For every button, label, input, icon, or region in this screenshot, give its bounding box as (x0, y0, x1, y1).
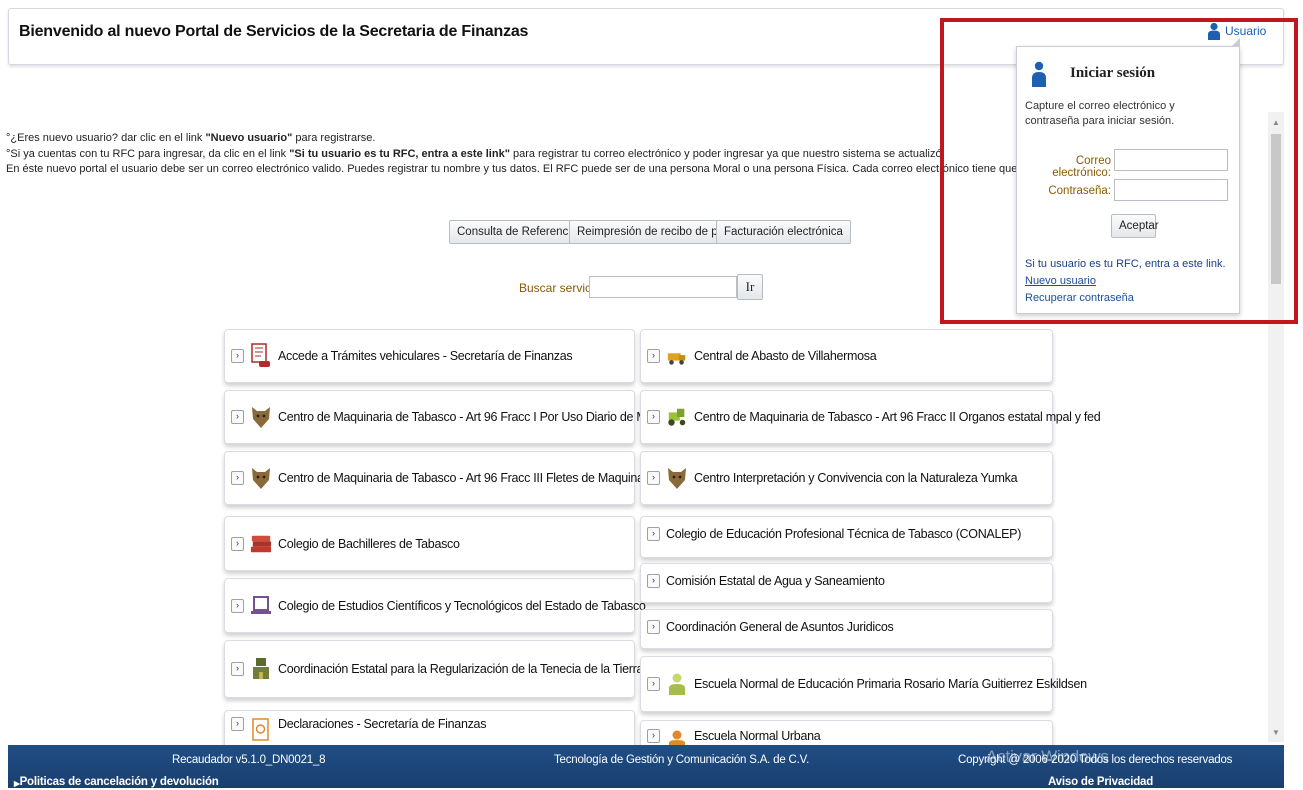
user-icon (1208, 22, 1220, 40)
service-item[interactable]: › Escuela Normal de Educación Primaria R… (640, 656, 1087, 712)
service-label: Escuela Normal de Educación Primaria Ros… (694, 677, 1087, 691)
service-item[interactable]: › Centro de Maquinaria de Tabasco - Art … (640, 390, 1101, 444)
service-label: Colegio de Estudios Científicos y Tecnol… (278, 598, 646, 613)
service-item[interactable]: › Coordinación General de Asuntos Juridi… (640, 609, 1053, 649)
chevron-right-icon: › (647, 410, 660, 424)
service-label: Coordinación Estatal para la Regularizac… (278, 662, 644, 676)
service-label: Centro Interpretación y Convivencia con … (694, 471, 1018, 485)
service-item[interactable]: › Coordinación Estatal para la Regulariz… (224, 640, 643, 698)
service-label: Coordinación General de Asuntos Juridico… (666, 620, 894, 634)
chevron-right-icon: › (231, 349, 244, 363)
info-line-3: En éste nuevo portal el usuario debe ser… (6, 163, 1162, 175)
page-scrollbar[interactable]: ▲ ▼ (1268, 112, 1284, 742)
password-label: Contraseña: (1048, 185, 1111, 197)
declaration-document-icon (250, 717, 272, 743)
email-field[interactable] (1114, 149, 1228, 171)
service-label: Accede a Trámites vehiculares - Secretar… (278, 349, 573, 363)
service-item[interactable]: › Centro de Maquinaria de Tabasco - Art … (224, 390, 695, 444)
service-item[interactable]: › Colegio de Estudios Científicos y Tecn… (224, 578, 646, 633)
facturacion-electronica-button[interactable]: Facturación electrónica (716, 220, 851, 244)
login-submit-button[interactable]: Aceptar (1111, 214, 1159, 238)
scroll-down-arrow-icon[interactable]: ▼ (1268, 726, 1284, 740)
jaguar-crest-icon (250, 465, 272, 491)
document-car-icon (250, 343, 272, 369)
footer-version: Recaudador v5.1.0_DN0021_8 (172, 754, 326, 766)
info-line-2: °Si ya cuentas con tu RFC para ingresar,… (6, 147, 945, 160)
scroll-up-arrow-icon[interactable]: ▲ (1268, 116, 1284, 130)
new-user-link[interactable]: Nuevo usuario (1025, 275, 1096, 287)
chevron-right-icon: › (231, 662, 244, 676)
jaguar-crest-icon (250, 404, 272, 430)
chevron-right-icon: › (647, 574, 660, 588)
service-item[interactable]: › Declaraciones - Secretaría de Finanzas (224, 710, 635, 750)
recover-password-link[interactable]: Recuperar contraseña (1025, 292, 1134, 304)
tractor-icon (666, 404, 688, 430)
login-popup: Iniciar sesión Capture el correo electró… (1016, 38, 1240, 314)
jaguar-crest-icon (666, 465, 688, 491)
info-line-1: °¿Eres nuevo usuario? dar clic en el lin… (6, 132, 376, 144)
land-plot-icon (250, 656, 272, 682)
service-label: Centro de Maquinaria de Tabasco - Art 96… (278, 410, 696, 424)
footer-copyright: Copyright @ 2006-2020 Todos los derechos… (958, 754, 1233, 766)
user-icon (1032, 61, 1046, 87)
service-item[interactable]: › Centro Interpretación y Convivencia co… (640, 451, 1053, 505)
password-field[interactable] (1114, 179, 1228, 201)
chevron-right-icon: › (647, 471, 660, 485)
login-description: Capture el correo electrónico y contrase… (1025, 100, 1175, 127)
chevron-right-icon: › (647, 677, 660, 691)
service-label: Declaraciones - Secretaría de Finanzas (278, 717, 487, 731)
service-label: Centro de Maquinaria de Tabasco - Art 96… (694, 410, 1101, 424)
chevron-right-icon: › (231, 598, 244, 613)
service-item[interactable]: › Colegio de Educación Profesional Técni… (640, 516, 1053, 558)
chevron-right-icon: › (231, 471, 244, 485)
search-input[interactable] (589, 276, 737, 298)
chevron-right-icon: › (647, 620, 660, 634)
scroll-thumb[interactable] (1271, 134, 1281, 284)
footer-company: Tecnología de Gestión y Comunicación S.A… (554, 754, 810, 766)
service-label: Colegio de Bachilleres de Tabasco (278, 536, 460, 551)
service-item[interactable]: › Comisión Estatal de Agua y Saneamiento (640, 563, 1053, 603)
chevron-right-icon: › (231, 410, 244, 424)
user-menu-label: Usuario (1225, 24, 1267, 38)
footer: Recaudador v5.1.0_DN0021_8 Tecnología de… (8, 745, 1284, 790)
service-item[interactable]: › Central de Abasto de Villahermosa (640, 329, 1053, 383)
login-title: Iniciar sesión (1070, 65, 1156, 81)
laptop-icon (250, 593, 272, 619)
service-item[interactable]: › Accede a Trámites vehiculares - Secret… (224, 329, 635, 383)
service-label: Escuela Normal Urbana (694, 729, 821, 743)
service-item[interactable]: › Centro de Maquinaria de Tabasco - Art … (224, 451, 657, 505)
email-label: Correo electrónico: (1052, 155, 1111, 179)
service-item[interactable]: › Colegio de Bachilleres de Tabasco (224, 516, 635, 571)
service-label: Comisión Estatal de Agua y Saneamiento (666, 574, 885, 588)
page-title: Bienvenido al nuevo Portal de Servicios … (19, 23, 529, 40)
privacy-link[interactable]: Aviso de Privacidad (1048, 776, 1153, 788)
search-button[interactable]: Ir (737, 274, 763, 300)
rfc-login-link[interactable]: Si tu usuario es tu RFC, entra a este li… (1025, 258, 1226, 270)
chevron-right-icon: › (647, 349, 660, 363)
info-text: °¿Eres nuevo usuario? dar clic en el lin… (6, 131, 1162, 178)
chevron-right-icon: › (647, 729, 660, 743)
consulta-referencia-button[interactable]: Consulta de Referencia (449, 220, 586, 244)
service-label: Central de Abasto de Villahermosa (694, 349, 877, 363)
books-icon (250, 531, 272, 557)
service-label: Colegio de Educación Profesional Técnica… (666, 527, 1022, 541)
chevron-right-icon: › (231, 717, 244, 731)
service-label: Centro de Maquinaria de Tabasco - Art 96… (278, 471, 657, 485)
teacher-icon (666, 671, 688, 697)
chevron-right-icon: › (231, 536, 244, 551)
chevron-right-icon: › (647, 527, 660, 541)
delivery-vehicle-icon (666, 343, 688, 369)
